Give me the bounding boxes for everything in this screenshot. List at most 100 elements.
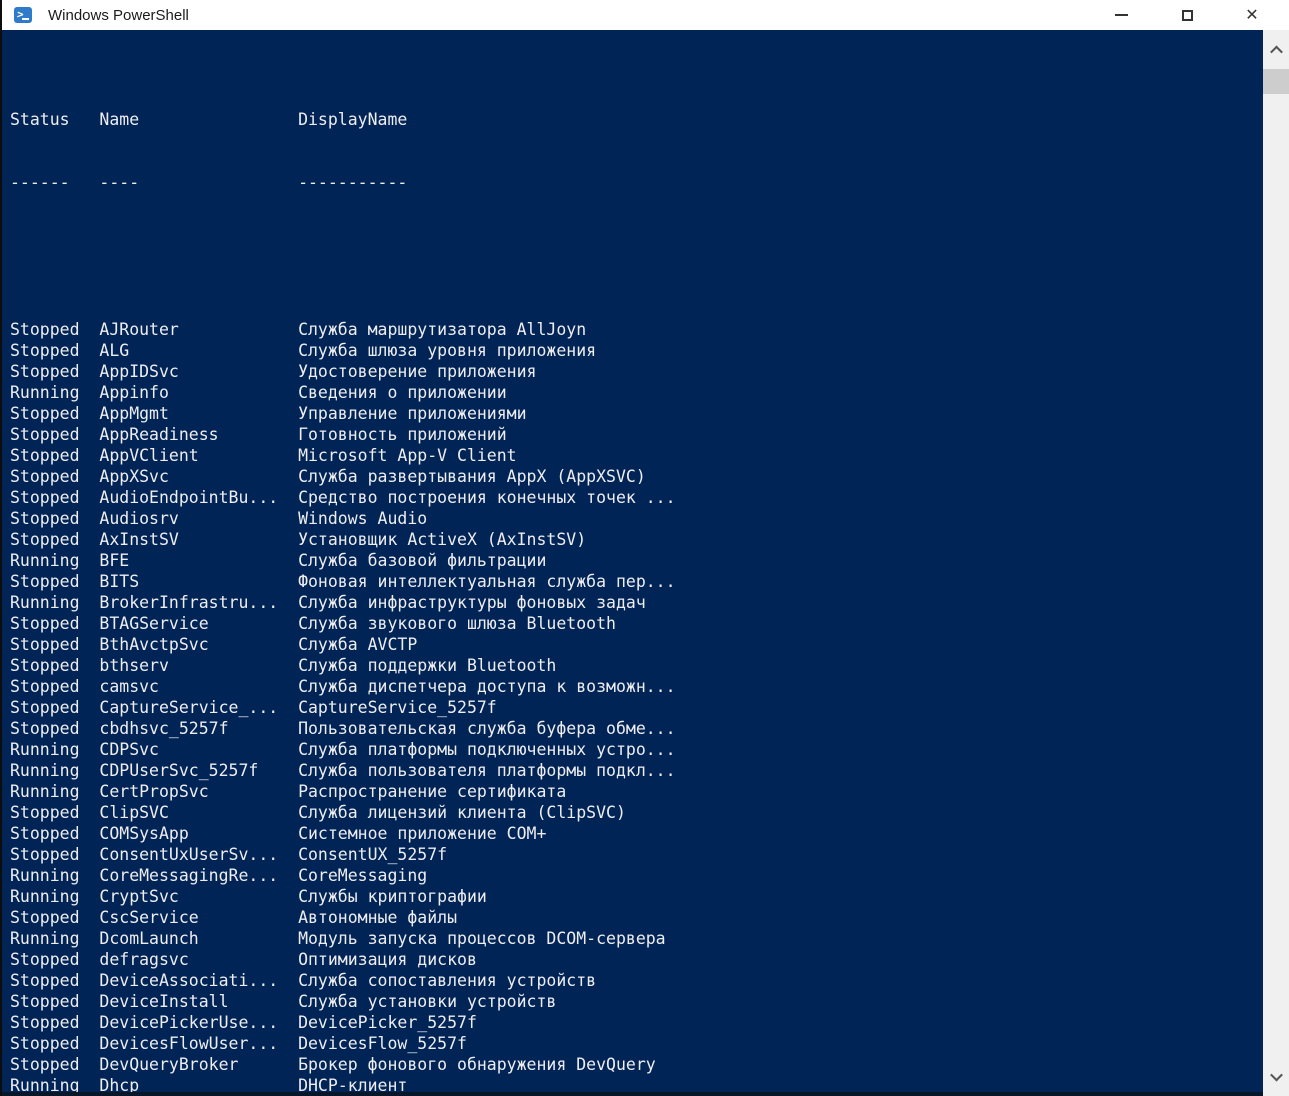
service-status: Stopped [10,613,99,634]
service-status: Stopped [10,529,99,550]
powershell-window: > Windows PowerShell ✕ StatusNameDisplay… [0,0,1289,1096]
maximize-button[interactable] [1164,0,1210,30]
service-display-name: DevicesFlow_5257f [298,1034,467,1053]
service-name: BrokerInfrastru... [99,592,298,613]
service-row: StoppedCscServiceАвтономные файлы [10,907,1263,928]
service-status: Stopped [10,571,99,592]
service-display-name: Служба AVCTP [298,635,417,654]
service-row: StoppedCOMSysAppСистемное приложение COM… [10,823,1263,844]
service-name: DevicePickerUse... [99,1012,298,1033]
service-display-name: Служба инфраструктуры фоновых задач [298,593,646,612]
service-status: Stopped [10,487,99,508]
scrollbar-thumb[interactable] [1263,69,1289,94]
service-status: Running [10,928,99,949]
service-row: RunningCDPUserSvc_5257fСлужба пользовате… [10,760,1263,781]
service-name: BthAvctpSvc [99,634,298,655]
service-display-name: Брокер фонового обнаружения DevQuery [298,1055,656,1074]
service-status: Running [10,886,99,907]
service-display-name: Служба пользователя платформы подкл... [298,761,676,780]
service-row: RunningBrokerInfrastru...Служба инфрастр… [10,592,1263,613]
service-display-name: Microsoft App-V Client [298,446,517,465]
vertical-scrollbar[interactable] [1263,30,1289,1096]
service-name: camsvc [99,676,298,697]
service-display-name: Windows Audio [298,509,427,528]
service-status: Stopped [10,1033,99,1054]
scroll-down-button[interactable] [1263,1062,1289,1090]
service-status: Stopped [10,1054,99,1075]
service-table: StoppedAJRouterСлужба маршрутизатора All… [10,256,1263,1096]
service-status: Stopped [10,634,99,655]
service-status: Stopped [10,844,99,865]
service-row: StoppedbthservСлужба поддержки Bluetooth [10,655,1263,676]
service-display-name: Служба лицензий клиента (ClipSVC) [298,803,626,822]
service-display-name: Сведения о приложении [298,383,507,402]
service-row: StoppedAppIDSvcУдостоверение приложения [10,361,1263,382]
service-name: AppXSvc [99,466,298,487]
service-display-name: Удостоверение приложения [298,362,536,381]
service-name: AppMgmt [99,403,298,424]
service-name: CoreMessagingRe... [99,865,298,886]
service-row: StoppedAudiosrvWindows Audio [10,508,1263,529]
service-name: defragsvc [99,949,298,970]
service-row: StoppedClipSVCСлужба лицензий клиента (C… [10,802,1263,823]
console-viewport[interactable]: StatusNameDisplayName ------------------… [2,30,1263,1096]
service-display-name: CoreMessaging [298,866,427,885]
service-status: Running [10,550,99,571]
service-display-name: Автономные файлы [298,908,457,927]
service-status: Running [10,781,99,802]
service-status: Stopped [10,697,99,718]
service-status: Stopped [10,340,99,361]
service-status: Stopped [10,718,99,739]
service-name: cbdhsvc_5257f [99,718,298,739]
maximize-icon [1182,10,1193,21]
service-status: Stopped [10,655,99,676]
service-row: StoppedAppVClientMicrosoft App-V Client [10,445,1263,466]
service-name: CertPropSvc [99,781,298,802]
service-row: StoppedBthAvctpSvcСлужба AVCTP [10,634,1263,655]
title-bar[interactable]: > Windows PowerShell ✕ [2,0,1289,30]
service-display-name: Установщик ActiveX (AxInstSV) [298,530,586,549]
table-header-row: StatusNameDisplayName [10,109,1263,130]
service-row: RunningCoreMessagingRe...CoreMessaging [10,865,1263,886]
service-display-name: Служба платформы подключенных устро... [298,740,676,759]
column-header-displayname: DisplayName [298,110,407,129]
service-name: BTAGService [99,613,298,634]
close-button[interactable]: ✕ [1229,0,1275,30]
service-display-name: Средство построения конечных точек ... [298,488,676,507]
service-name: CaptureService_... [99,697,298,718]
column-header-status: Status [10,109,99,130]
service-display-name: Модуль запуска процессов DCOM-сервера [298,929,666,948]
service-name: DcomLaunch [99,928,298,949]
service-status: Stopped [10,907,99,928]
service-row: StoppedAppMgmtУправление приложениями [10,403,1263,424]
service-name: CDPUserSvc_5257f [99,760,298,781]
service-display-name: Служба диспетчера доступа к возможн... [298,677,676,696]
service-name: Audiosrv [99,508,298,529]
service-display-name: CaptureService_5257f [298,698,497,717]
service-row: StoppedAJRouterСлужба маршрутизатора All… [10,319,1263,340]
service-display-name: Служба сопоставления устройств [298,971,596,990]
service-name: CryptSvc [99,886,298,907]
column-header-name: Name [99,109,298,130]
service-display-name: Готовность приложений [298,425,507,444]
service-row: StoppedcamsvcСлужба диспетчера доступа к… [10,676,1263,697]
service-display-name: Распространение сертификата [298,782,566,801]
service-status: Stopped [10,424,99,445]
minimize-button[interactable] [1098,0,1144,30]
service-status: Stopped [10,445,99,466]
service-name: AJRouter [99,319,298,340]
service-name: DeviceInstall [99,991,298,1012]
service-name: BITS [99,571,298,592]
close-icon: ✕ [1245,7,1258,23]
service-display-name: Служба развертывания AppX (AppXSVC) [298,467,646,486]
scroll-up-button[interactable] [1263,36,1289,64]
service-status: Stopped [10,361,99,382]
service-name: DevicesFlowUser... [99,1033,298,1054]
chevron-up-icon [1270,45,1283,58]
service-row: StoppedDevQueryBrokerБрокер фонового обн… [10,1054,1263,1075]
service-display-name: Служба установки устройств [298,992,556,1011]
powershell-icon: > [14,7,32,23]
service-display-name: Служба базовой фильтрации [298,551,546,570]
service-row: StoppedDeviceInstallСлужба установки уст… [10,991,1263,1012]
service-status: Running [10,382,99,403]
